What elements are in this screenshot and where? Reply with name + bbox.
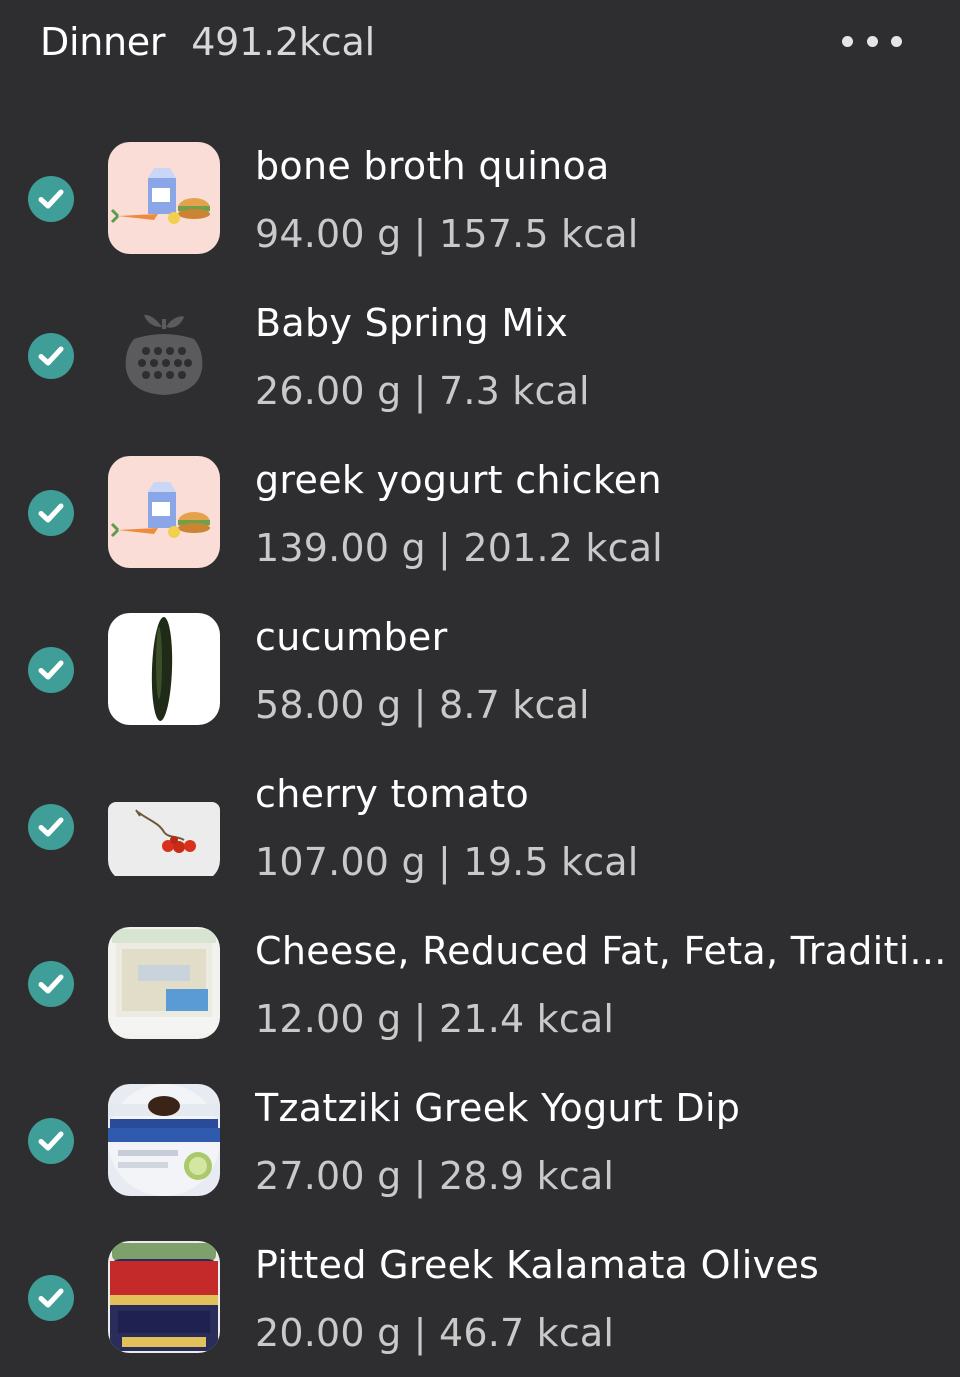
list-item[interactable]: Tzatziki Greek Yogurt Dip 27.00 g | 28.9…: [0, 1060, 960, 1217]
list-item[interactable]: Baby Spring Mix 26.00 g | 7.3 kcal: [0, 275, 960, 432]
list-item[interactable]: Cheese, Reduced Fat, Feta, Traditi... 12…: [0, 903, 960, 1060]
food-detail: 139.00 g | 201.2 kcal: [255, 526, 663, 570]
check-icon[interactable]: [28, 804, 74, 850]
food-name: cucumber: [255, 615, 448, 659]
list-item[interactable]: bone broth quinoa 94.00 g | 157.5 kcal: [0, 118, 960, 275]
food-name: bone broth quinoa: [255, 144, 610, 188]
food-name: Baby Spring Mix: [255, 301, 569, 345]
meal-header: Dinner 491.2kcal: [40, 14, 920, 70]
cherry-tomato-photo: [108, 770, 220, 882]
check-icon[interactable]: [28, 490, 74, 536]
food-detail: 94.00 g | 157.5 kcal: [255, 212, 639, 256]
check-icon[interactable]: [28, 1118, 74, 1164]
food-detail: 12.00 g | 21.4 kcal: [255, 997, 615, 1041]
list-item[interactable]: Pitted Greek Kalamata Olives 20.00 g | 4…: [0, 1217, 960, 1374]
food-detail: 58.00 g | 8.7 kcal: [255, 683, 590, 727]
recipe-icon: [108, 142, 220, 254]
tzatziki-package-photo: [108, 1084, 220, 1196]
food-name: greek yogurt chicken: [255, 458, 662, 502]
list-item[interactable]: cucumber 58.00 g | 8.7 kcal: [0, 589, 960, 746]
check-icon[interactable]: [28, 647, 74, 693]
food-detail: 27.00 g | 28.9 kcal: [255, 1154, 615, 1198]
recipe-icon: [108, 456, 220, 568]
check-icon[interactable]: [28, 333, 74, 379]
food-name: Cheese, Reduced Fat, Feta, Traditi...: [255, 929, 945, 973]
olives-jar-photo: [108, 1241, 220, 1353]
food-list: bone broth quinoa 94.00 g | 157.5 kcal B…: [0, 118, 960, 1374]
food-name: Pitted Greek Kalamata Olives: [255, 1243, 820, 1287]
check-icon[interactable]: [28, 961, 74, 1007]
food-name: cherry tomato: [255, 772, 530, 816]
feta-package-photo: [108, 927, 220, 1039]
meal-total-kcal: 491.2kcal: [191, 20, 375, 64]
food-detail: 26.00 g | 7.3 kcal: [255, 369, 590, 413]
food-name: Tzatziki Greek Yogurt Dip: [255, 1086, 741, 1130]
food-detail: 107.00 g | 19.5 kcal: [255, 840, 639, 884]
check-icon[interactable]: [28, 176, 74, 222]
food-basket-icon: [108, 299, 220, 411]
meal-title: Dinner: [40, 20, 166, 64]
cucumber-photo: [108, 613, 220, 725]
list-item[interactable]: greek yogurt chicken 139.00 g | 201.2 kc…: [0, 432, 960, 589]
more-options-icon[interactable]: [842, 26, 902, 56]
check-icon[interactable]: [28, 1275, 74, 1321]
list-item[interactable]: cherry tomato 107.00 g | 19.5 kcal: [0, 746, 960, 903]
food-detail: 20.00 g | 46.7 kcal: [255, 1311, 615, 1355]
